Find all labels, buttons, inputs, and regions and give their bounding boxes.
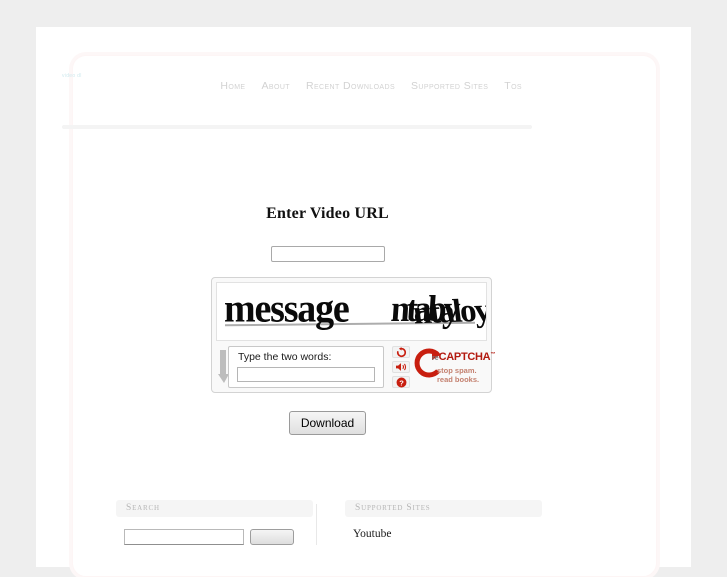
nav-item-tos[interactable]: Tos xyxy=(504,80,522,92)
recaptcha-brand[interactable]: reCAPTCHA™ stop spam. read books. xyxy=(412,345,495,389)
recaptcha-re-text: re xyxy=(432,355,439,362)
download-button[interactable]: Download xyxy=(288,411,367,435)
captcha-entry-label: Type the two words: xyxy=(238,351,332,363)
svg-text:?: ? xyxy=(399,378,404,387)
audio-icon[interactable] xyxy=(392,361,410,373)
trademark-icon: ™ xyxy=(490,351,496,358)
nav-item-home[interactable]: Home xyxy=(220,80,245,92)
main-nav: Home About Recent Downloads Supported Si… xyxy=(220,80,522,92)
recaptcha-widget: message ntaby ntaloy Type the two words: xyxy=(211,277,495,393)
captcha-controls: ? xyxy=(391,346,411,388)
captcha-entry-box: Type the two words: xyxy=(228,346,384,388)
captcha-entry-input[interactable] xyxy=(237,367,375,382)
nav-item-recent-downloads[interactable]: Recent Downloads xyxy=(306,80,395,92)
site-logo[interactable]: video dl xyxy=(62,73,92,83)
list-item[interactable]: Youtube xyxy=(353,527,391,542)
column-divider xyxy=(316,504,317,545)
search-row xyxy=(124,529,294,545)
recaptcha-tagline-line-2: read books. xyxy=(437,375,480,384)
video-url-input[interactable] xyxy=(270,246,385,262)
footer-widgets: Search Supported Sites Youtube xyxy=(0,500,655,545)
supported-sites-widget-title: Supported Sites xyxy=(345,500,542,517)
refresh-icon[interactable] xyxy=(392,346,410,358)
help-icon[interactable]: ? xyxy=(392,376,410,388)
nav-item-about[interactable]: About xyxy=(262,80,290,92)
page-title: Enter Video URL xyxy=(266,205,389,222)
search-widget-title: Search xyxy=(116,500,313,517)
search-widget: Search xyxy=(116,500,313,545)
download-row: Download xyxy=(0,411,655,435)
nav-item-supported-sites[interactable]: Supported Sites xyxy=(411,80,488,92)
recaptcha-captcha-text: CAPTCHA xyxy=(438,351,491,363)
search-input[interactable] xyxy=(124,529,244,545)
recaptcha-tagline: stop spam. read books. xyxy=(437,366,479,384)
video-url-form: Enter Video URL xyxy=(0,205,655,262)
captcha-challenge-image: message ntaby ntaloy xyxy=(216,282,487,341)
supported-sites-list: Youtube xyxy=(353,527,391,542)
captcha-word-two-overlay: ntaloy xyxy=(410,292,487,332)
supported-sites-widget: Supported Sites Youtube xyxy=(345,500,542,540)
search-submit-button[interactable] xyxy=(250,529,294,545)
nav-separator xyxy=(62,125,532,129)
site-header: video dl Home About Recent Downloads Sup… xyxy=(62,70,522,112)
recaptcha-wordmark: reCAPTCHA™ xyxy=(432,351,495,363)
recaptcha-tagline-line-1: stop spam. xyxy=(437,366,477,375)
